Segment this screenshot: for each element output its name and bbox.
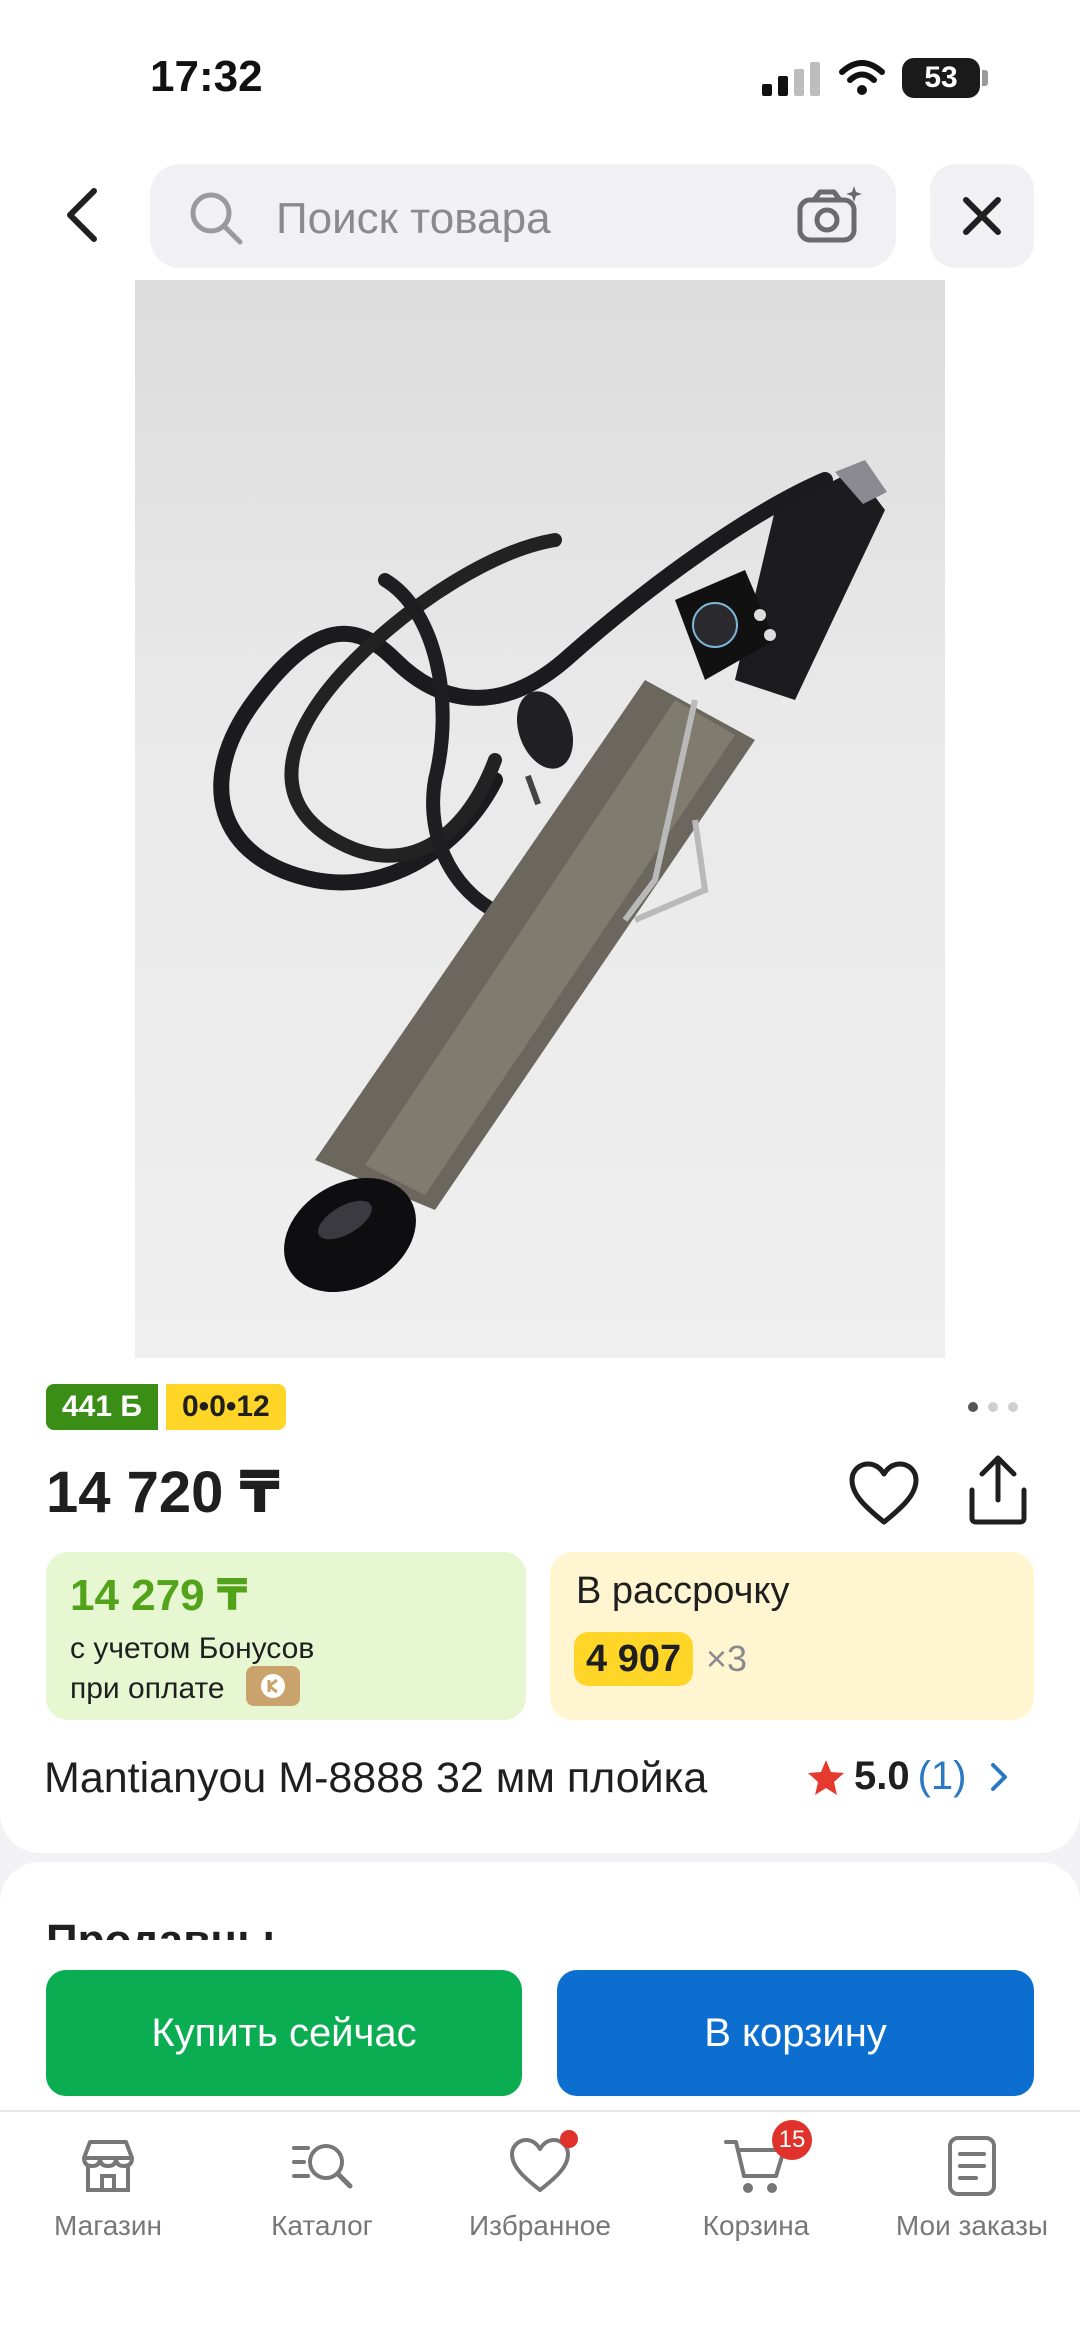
battery-indicator: 53 (902, 58, 980, 98)
star-icon (808, 1759, 844, 1795)
battery-tip (982, 70, 988, 86)
bonus-price-box[interactable]: 14 279 ₸ с учетом Бонусов при оплате (46, 1552, 526, 1720)
product-info-card: 441 Б 0•0•12 14 720 ₸ 14 279 ₸ с учетом … (0, 1358, 1080, 1853)
share-button[interactable] (962, 1452, 1034, 1528)
tab-my-orders[interactable]: Мои заказы (872, 2134, 1072, 2242)
catalog-search-icon (292, 2144, 353, 2189)
notification-dot (560, 2130, 578, 2148)
product-title: Mantianyou M-8888 32 мм плойка (44, 1754, 708, 1802)
buy-now-button[interactable]: Купить сейчас (46, 1970, 522, 2096)
tab-label: Корзина (702, 2210, 810, 2241)
curling-iron-illustration (213, 460, 887, 1293)
bottom-tab-bar: Магазин Каталог Избранное 15 Корзина Мои… (0, 2110, 1080, 2347)
add-to-cart-button[interactable]: В корзину (557, 1970, 1034, 2096)
tab-favorites[interactable]: Избранное (440, 2130, 640, 2242)
bonus-price: 14 279 ₸ (70, 1571, 248, 1620)
close-button[interactable] (930, 164, 1034, 268)
heart-icon-wrap (508, 2130, 578, 2198)
bonus-badge: 441 Б (46, 1384, 158, 1430)
search-input[interactable]: Поиск товара (150, 164, 896, 268)
installment-badge: 0•0•12 (166, 1384, 286, 1430)
tab-catalog[interactable]: Каталог (222, 2134, 422, 2242)
rating-count: (1) (917, 1754, 967, 1798)
chevron-right-icon (990, 1762, 1007, 1791)
cellular-signal-icon (762, 62, 820, 96)
search-icon (190, 192, 243, 245)
chevron-left-icon (67, 188, 97, 242)
installment-box[interactable]: В рассрочку 4 907 ×3 (550, 1552, 1034, 1720)
pagination-dot (988, 1402, 998, 1412)
bonus-payment-caption: при оплате (70, 1672, 225, 1705)
tab-cart[interactable]: 15 Корзина (656, 2120, 856, 2242)
product-rating[interactable]: 5.0 (1) (806, 1754, 1013, 1799)
pagination-dot-active (968, 1402, 978, 1412)
cart-count-badge: 15 (772, 2120, 812, 2160)
tab-label: Магазин (53, 2210, 162, 2241)
search-placeholder: Поиск товара (276, 194, 551, 243)
kaspi-pay-icon (246, 1666, 300, 1706)
wifi-icon (839, 60, 885, 95)
rating-value: 5.0 (854, 1754, 910, 1798)
pagination-dot (1008, 1402, 1018, 1412)
installment-amount: 4 907 (574, 1632, 694, 1686)
tab-label: Каталог (271, 2210, 373, 2241)
action-bar: Купить сейчас В корзину (0, 1940, 1080, 2110)
camera-search-icon[interactable] (796, 184, 866, 248)
close-icon (963, 197, 1001, 235)
status-bar: 17:32 53 (0, 0, 1080, 150)
gallery-pagination (968, 1402, 1018, 1412)
product-gallery[interactable] (0, 280, 1080, 1358)
status-time: 17:32 (150, 52, 263, 101)
favorite-button[interactable] (846, 1456, 922, 1532)
installment-title: В рассрочку (576, 1570, 790, 1612)
tab-label: Избранное (469, 2210, 611, 2241)
tab-store[interactable]: Магазин (8, 2134, 208, 2242)
back-button[interactable] (50, 183, 114, 247)
product-photo (135, 280, 945, 1358)
orders-icon (948, 2136, 996, 2196)
installment-times: ×3 (706, 1638, 748, 1679)
cart-icon-wrap: 15 (724, 2120, 812, 2198)
bonus-caption: с учетом Бонусов (70, 1632, 315, 1665)
tab-label: Мои заказы (895, 2210, 1049, 2241)
store-icon (82, 2140, 134, 2192)
product-price: 14 720 ₸ (46, 1460, 280, 1525)
search-header: Поиск товара (0, 150, 1080, 280)
